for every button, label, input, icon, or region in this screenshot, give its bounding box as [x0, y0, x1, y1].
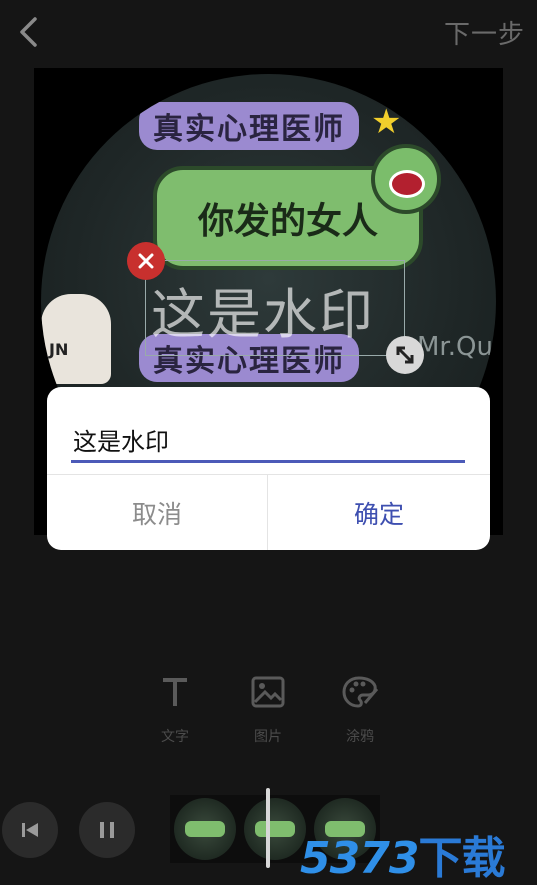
star-icon: ★: [371, 102, 402, 142]
back-button[interactable]: [10, 12, 46, 52]
bear-tag: JN: [49, 340, 69, 359]
monster-mouth: [389, 170, 425, 198]
cancel-button[interactable]: 取消: [47, 475, 267, 550]
brand-suffix: 下载: [418, 833, 505, 884]
resize-watermark-handle[interactable]: [386, 336, 424, 374]
timeline-thumbnail: [170, 795, 240, 863]
confirm-button[interactable]: 确定: [268, 475, 490, 550]
sticker-label-top: 真实心理医师: [139, 102, 359, 150]
tool-text-label: 文字: [161, 729, 189, 745]
timeline-playhead[interactable]: [266, 788, 270, 868]
edit-toolbar: 文字 图片 涂鸦: [0, 672, 537, 752]
corner-signature: Mr.Qu: [417, 332, 493, 362]
chevron-left-icon: [20, 17, 37, 47]
bear-sticker: JN: [41, 294, 111, 384]
pause-icon: [100, 822, 114, 838]
resize-icon: [396, 346, 414, 364]
next-step-button[interactable]: 下一步: [444, 14, 525, 51]
palette-icon: [340, 672, 380, 712]
brand-number: 5373: [300, 833, 419, 884]
skip-back-button[interactable]: [2, 802, 58, 858]
site-watermark-logo: 5373下载: [300, 822, 505, 885]
watermark-text-dialog: 这是水印 取消 确定: [47, 387, 490, 550]
text-icon: [155, 672, 195, 712]
tool-doodle[interactable]: 涂鸦: [330, 672, 390, 746]
pause-button[interactable]: [79, 802, 135, 858]
tool-text[interactable]: 文字: [145, 672, 205, 746]
watermark-text[interactable]: 这是水印: [151, 270, 375, 349]
tool-image-label: 图片: [254, 729, 282, 745]
close-icon: [138, 253, 154, 269]
delete-watermark-button[interactable]: [127, 242, 165, 280]
image-icon: [248, 672, 288, 712]
top-bar: 下一步: [0, 0, 537, 64]
tool-image[interactable]: 图片: [238, 672, 298, 746]
skip-back-icon: [22, 823, 38, 837]
monster-sticker: [371, 144, 441, 214]
watermark-text-input[interactable]: 这是水印: [71, 419, 465, 463]
tool-doodle-label: 涂鸦: [346, 729, 374, 745]
